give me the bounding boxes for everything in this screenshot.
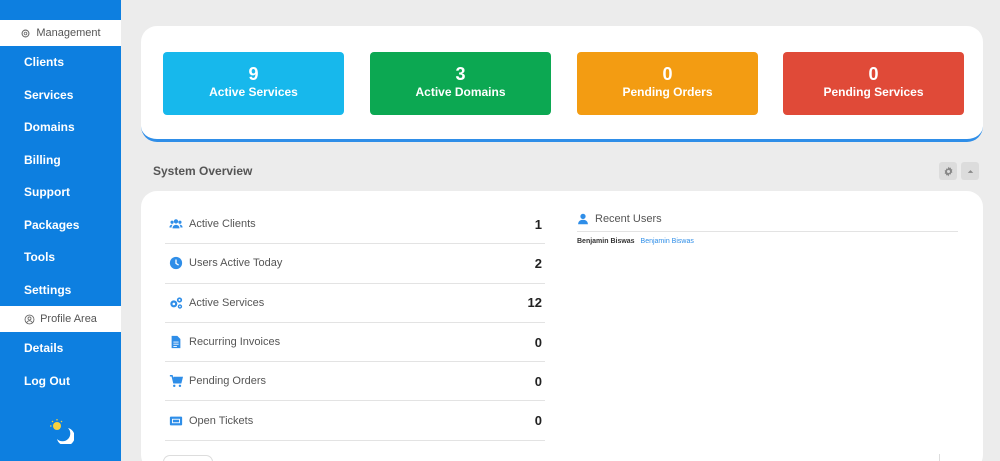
system-overview-title: System Overview	[153, 164, 253, 178]
sidebar-item-tools[interactable]: Tools	[0, 241, 121, 274]
row-label: Users Active Today	[189, 257, 283, 270]
row-value: 0	[534, 413, 542, 429]
overview-row-pending-orders[interactable]: Pending Orders 0	[165, 362, 545, 402]
overview-row-open-tickets[interactable]: Open Tickets 0	[165, 402, 545, 441]
sidebar-item-clients[interactable]: Clients	[0, 46, 121, 79]
settings-button[interactable]	[939, 162, 957, 180]
recent-user-entry: Benjamin Biswas Benjamin Biswas	[577, 238, 958, 245]
cogs-icon	[169, 296, 183, 310]
sidebar-item-settings[interactable]: Settings	[0, 274, 121, 307]
divider	[939, 454, 940, 461]
management-header: Management	[0, 20, 121, 46]
stat-label: Pending Orders	[622, 85, 713, 99]
sidebar: Management Clients Services Domains Bill…	[0, 0, 121, 461]
overview-row-active-services[interactable]: Active Services 12	[165, 284, 545, 323]
recent-user-name: Benjamin Biswas	[577, 238, 635, 245]
row-value: 2	[534, 255, 542, 271]
profile-area-label: Profile Area	[40, 313, 97, 325]
stat-label: Pending Services	[823, 85, 924, 99]
stat-value: 3	[455, 64, 466, 84]
gear-icon	[21, 29, 30, 37]
file-icon	[169, 335, 183, 349]
sidebar-top	[0, 0, 121, 20]
stat-active-domains[interactable]: 3 Active Domains	[370, 52, 551, 115]
row-value: 0	[534, 334, 542, 350]
row-value: 1	[534, 216, 542, 232]
sidebar-item-services[interactable]: Services	[0, 79, 121, 112]
gear-icon	[944, 166, 952, 176]
stat-value: 9	[248, 64, 259, 84]
stat-pending-services[interactable]: 0 Pending Services	[783, 52, 964, 115]
stat-value: 0	[662, 64, 673, 84]
collapse-button[interactable]	[961, 162, 979, 180]
overview-row-active-clients[interactable]: Active Clients 1	[165, 205, 545, 245]
sidebar-item-packages[interactable]: Packages	[0, 209, 121, 242]
row-value: 0	[534, 373, 542, 389]
stat-value: 0	[868, 64, 879, 84]
user-icon	[578, 213, 588, 225]
sidebar-item-log-out[interactable]: Log Out	[0, 365, 121, 398]
sidebar-item-details[interactable]: Details	[0, 332, 121, 365]
cart-icon	[169, 374, 183, 388]
management-header-label: Management	[36, 27, 101, 39]
caret-up-icon	[967, 169, 973, 173]
clock-icon	[169, 256, 183, 270]
system-overview-card: Active Clients 1 Users Active Today 2 Ac…	[141, 191, 983, 461]
row-label: Active Services	[189, 296, 265, 309]
pagination-tab[interactable]	[163, 455, 213, 461]
row-label: Open Tickets	[189, 414, 254, 427]
stat-label: Active Domains	[415, 85, 506, 99]
stats-card: 9 Active Services 3 Active Domains 0 Pen…	[141, 26, 983, 142]
profile-area-header: Profile Area	[0, 306, 121, 332]
recent-users-panel: Recent Users Benjamin Biswas Benjamin Bi…	[577, 213, 958, 245]
row-label: Active Clients	[189, 218, 256, 231]
row-label: Pending Orders	[189, 375, 267, 388]
sidebar-item-support[interactable]: Support	[0, 176, 121, 209]
stat-active-services[interactable]: 9 Active Services	[163, 52, 344, 115]
recent-users-header: Recent Users	[577, 213, 958, 232]
row-label: Recurring Invoices	[189, 336, 281, 349]
stat-label: Active Services	[209, 85, 298, 99]
stat-pending-orders[interactable]: 0 Pending Orders	[577, 52, 758, 115]
user-circle-icon	[24, 314, 35, 324]
moon-sun-icon[interactable]	[48, 418, 74, 444]
sidebar-item-domains[interactable]: Domains	[0, 111, 121, 144]
ticket-icon	[169, 414, 183, 428]
users-icon	[169, 217, 183, 231]
sidebar-item-billing[interactable]: Billing	[0, 144, 121, 177]
recent-users-title: Recent Users	[595, 213, 662, 225]
recent-user-link[interactable]: Benjamin Biswas	[641, 238, 694, 245]
overview-row-recurring-invoices[interactable]: Recurring Invoices 0	[165, 323, 545, 363]
row-value: 12	[527, 295, 542, 311]
overview-row-users-active-today[interactable]: Users Active Today 2	[165, 244, 545, 284]
